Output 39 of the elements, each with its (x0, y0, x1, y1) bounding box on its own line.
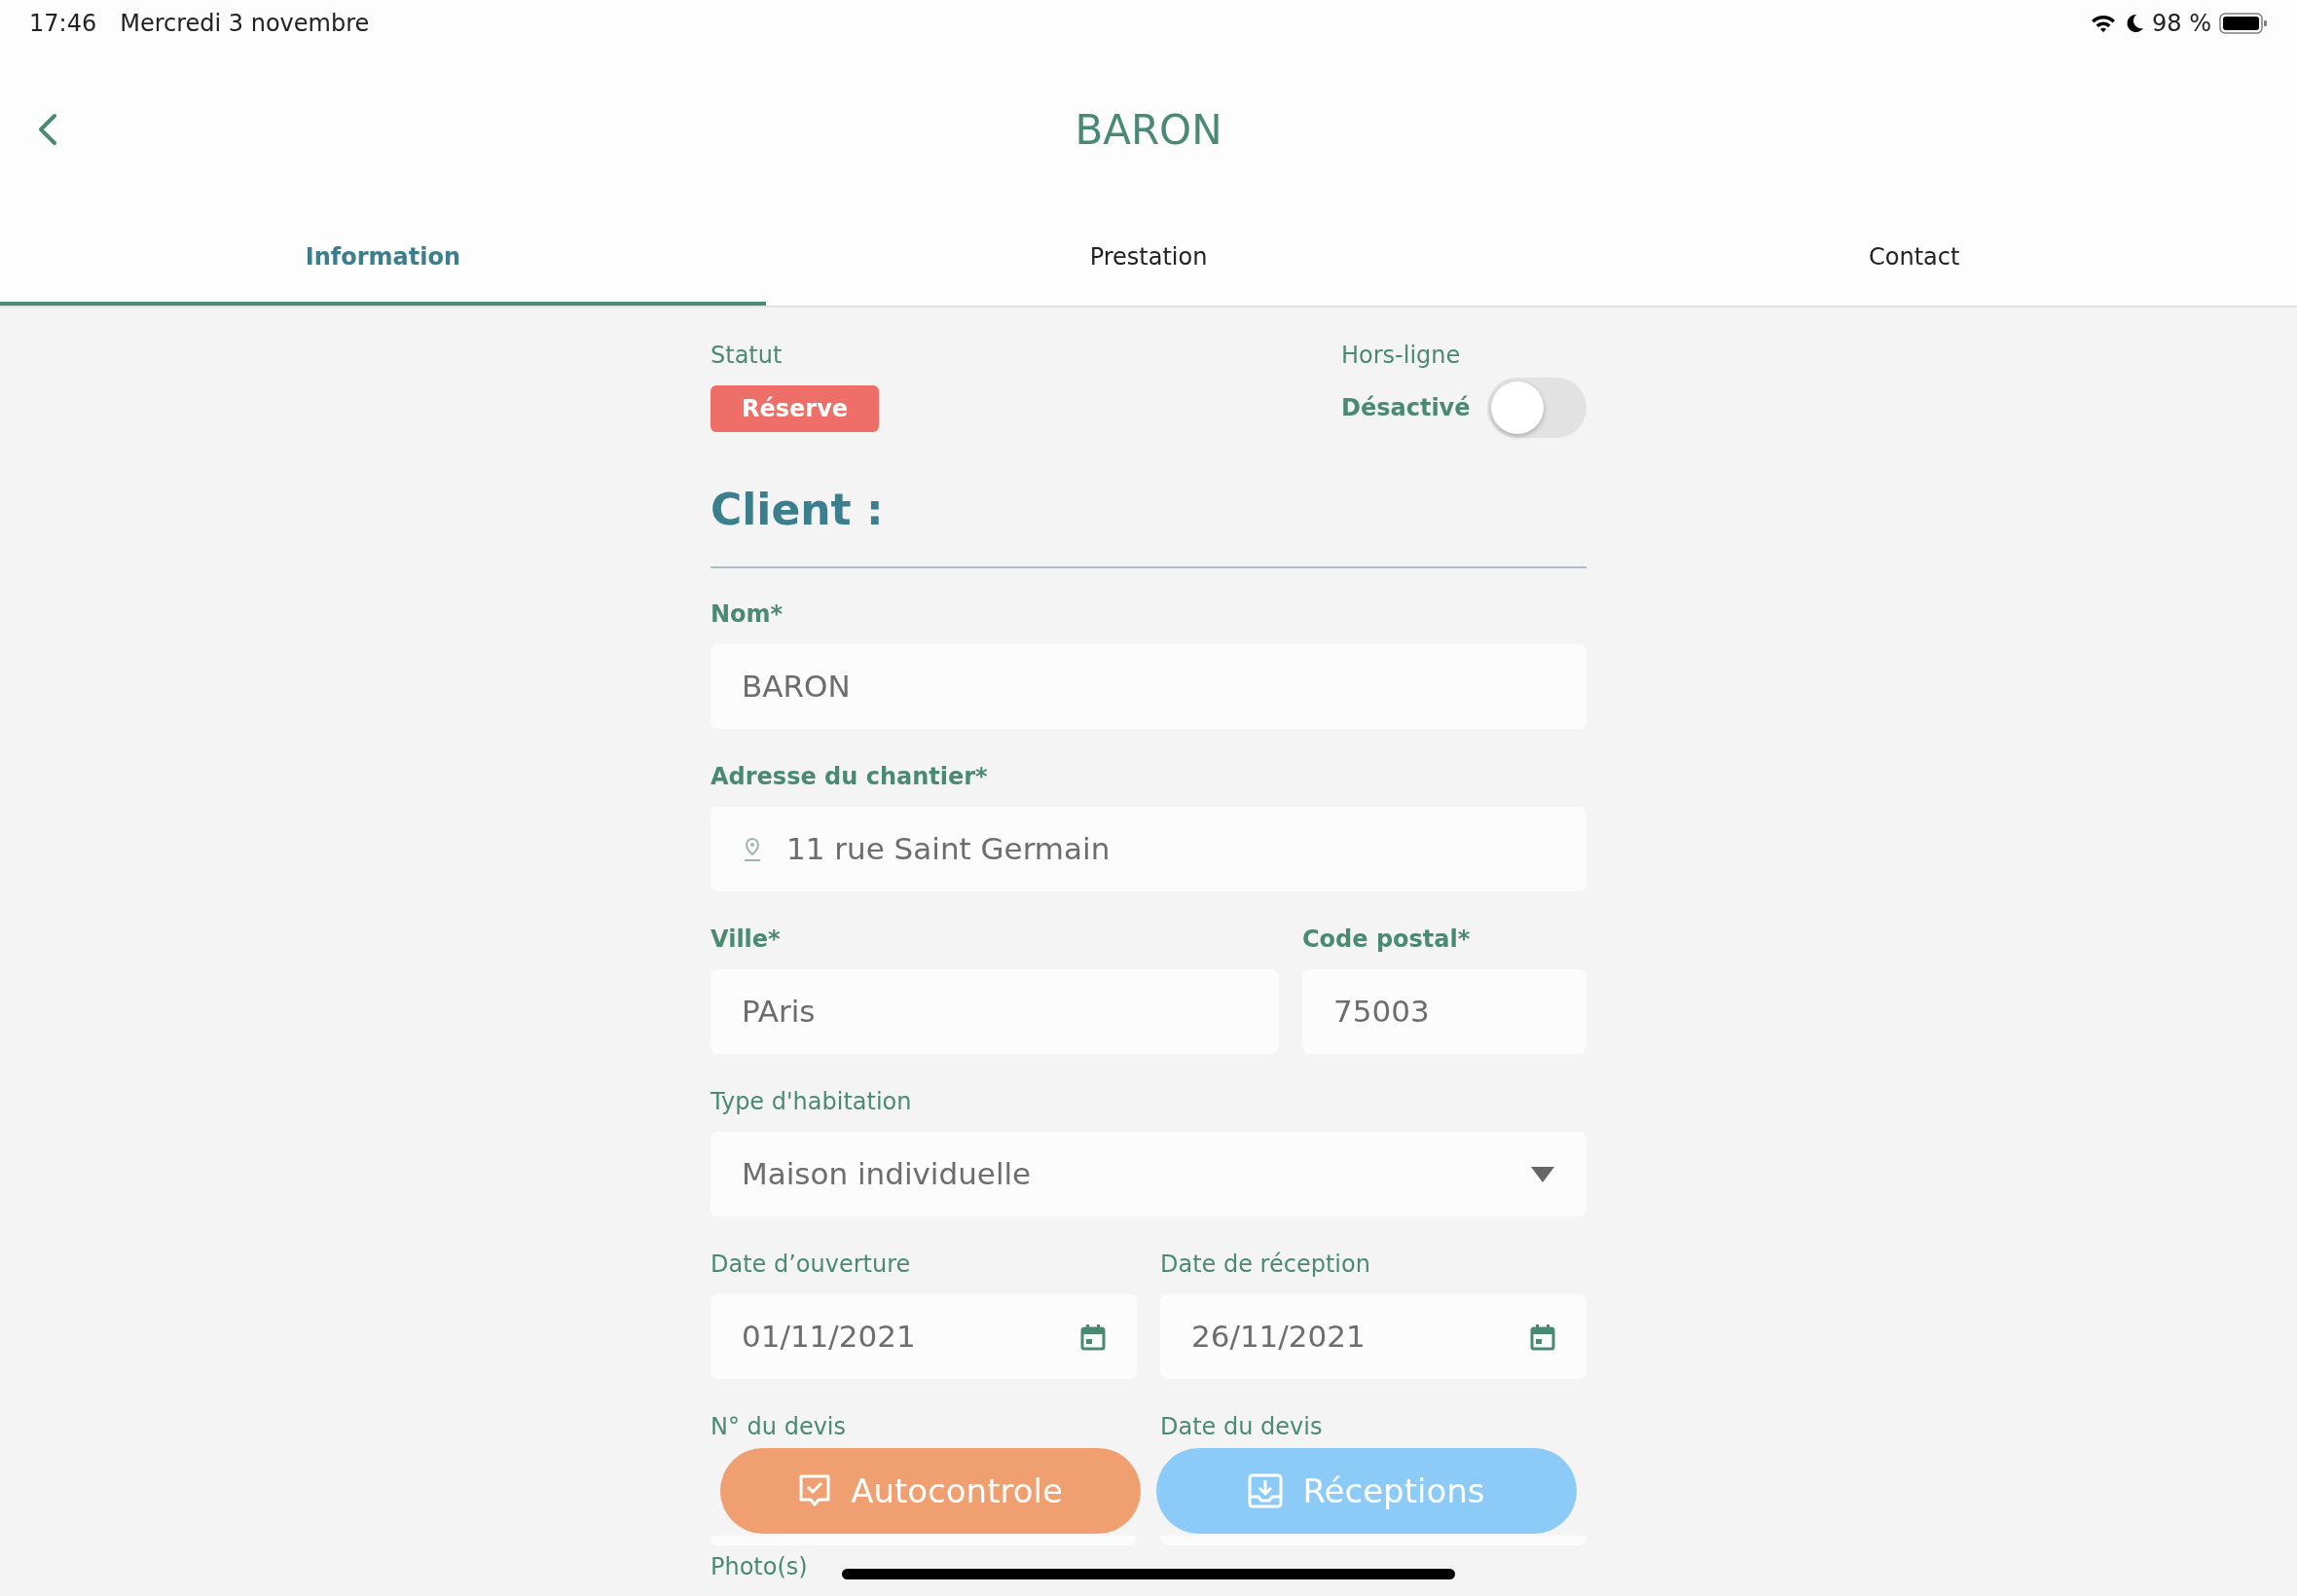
offline-toggle[interactable] (1487, 378, 1586, 438)
page-title: BARON (1075, 104, 1222, 156)
tab[interactable]: Information (0, 212, 766, 306)
date-field[interactable]: 26/11/2021 (1160, 1294, 1586, 1379)
section-title: Client : (711, 484, 885, 536)
dropdown-caret-icon (1530, 1165, 1555, 1183)
date-field[interactable]: 01/11/2021 (711, 1294, 1137, 1379)
field-label: Type d'habitation (711, 1087, 913, 1116)
offline-state-text: Désactivé (1341, 393, 1471, 423)
field-label: N° du devis (711, 1412, 848, 1441)
text-field[interactable]: 75003 (1302, 969, 1586, 1054)
status-label: Statut (711, 341, 784, 370)
moon-icon (2125, 13, 2144, 34)
tab[interactable]: Prestation (765, 212, 1532, 306)
dropdown-field[interactable]: Maison individuelle (711, 1132, 1586, 1216)
text-field[interactable]: PAris (711, 969, 1279, 1054)
field-label: Adresse du chantier* (711, 762, 989, 791)
field-label: Date du devis (1160, 1412, 1324, 1441)
field-label: Code postal* (1302, 925, 1472, 954)
download-tray-icon (1248, 1473, 1284, 1508)
battery-icon (2219, 12, 2268, 35)
field-label: Ville* (711, 925, 782, 954)
field-label: Date de réception (1160, 1250, 1371, 1279)
checklist-icon (798, 1473, 832, 1508)
status-date: Mercredi 3 novembre (120, 9, 370, 39)
field-label: Date d’ouverture (711, 1250, 912, 1279)
calendar-icon (1080, 1323, 1106, 1351)
wifi-icon (2090, 13, 2117, 34)
calendar-icon (1530, 1323, 1555, 1351)
battery-percent: 98 % (2152, 9, 2211, 39)
status-time: 17:46 (29, 9, 97, 39)
location-pin-icon (742, 836, 763, 862)
field-label: Photo(s) (711, 1552, 808, 1582)
address-field[interactable]: 11 rue Saint Germain (711, 807, 1586, 891)
tab[interactable]: Contact (1531, 212, 2297, 306)
status-badge: Réserve (711, 385, 880, 432)
field-label: Nom* (711, 599, 784, 629)
text-field[interactable]: BARON (711, 644, 1586, 729)
offline-label: Hors-ligne (1341, 341, 1462, 370)
